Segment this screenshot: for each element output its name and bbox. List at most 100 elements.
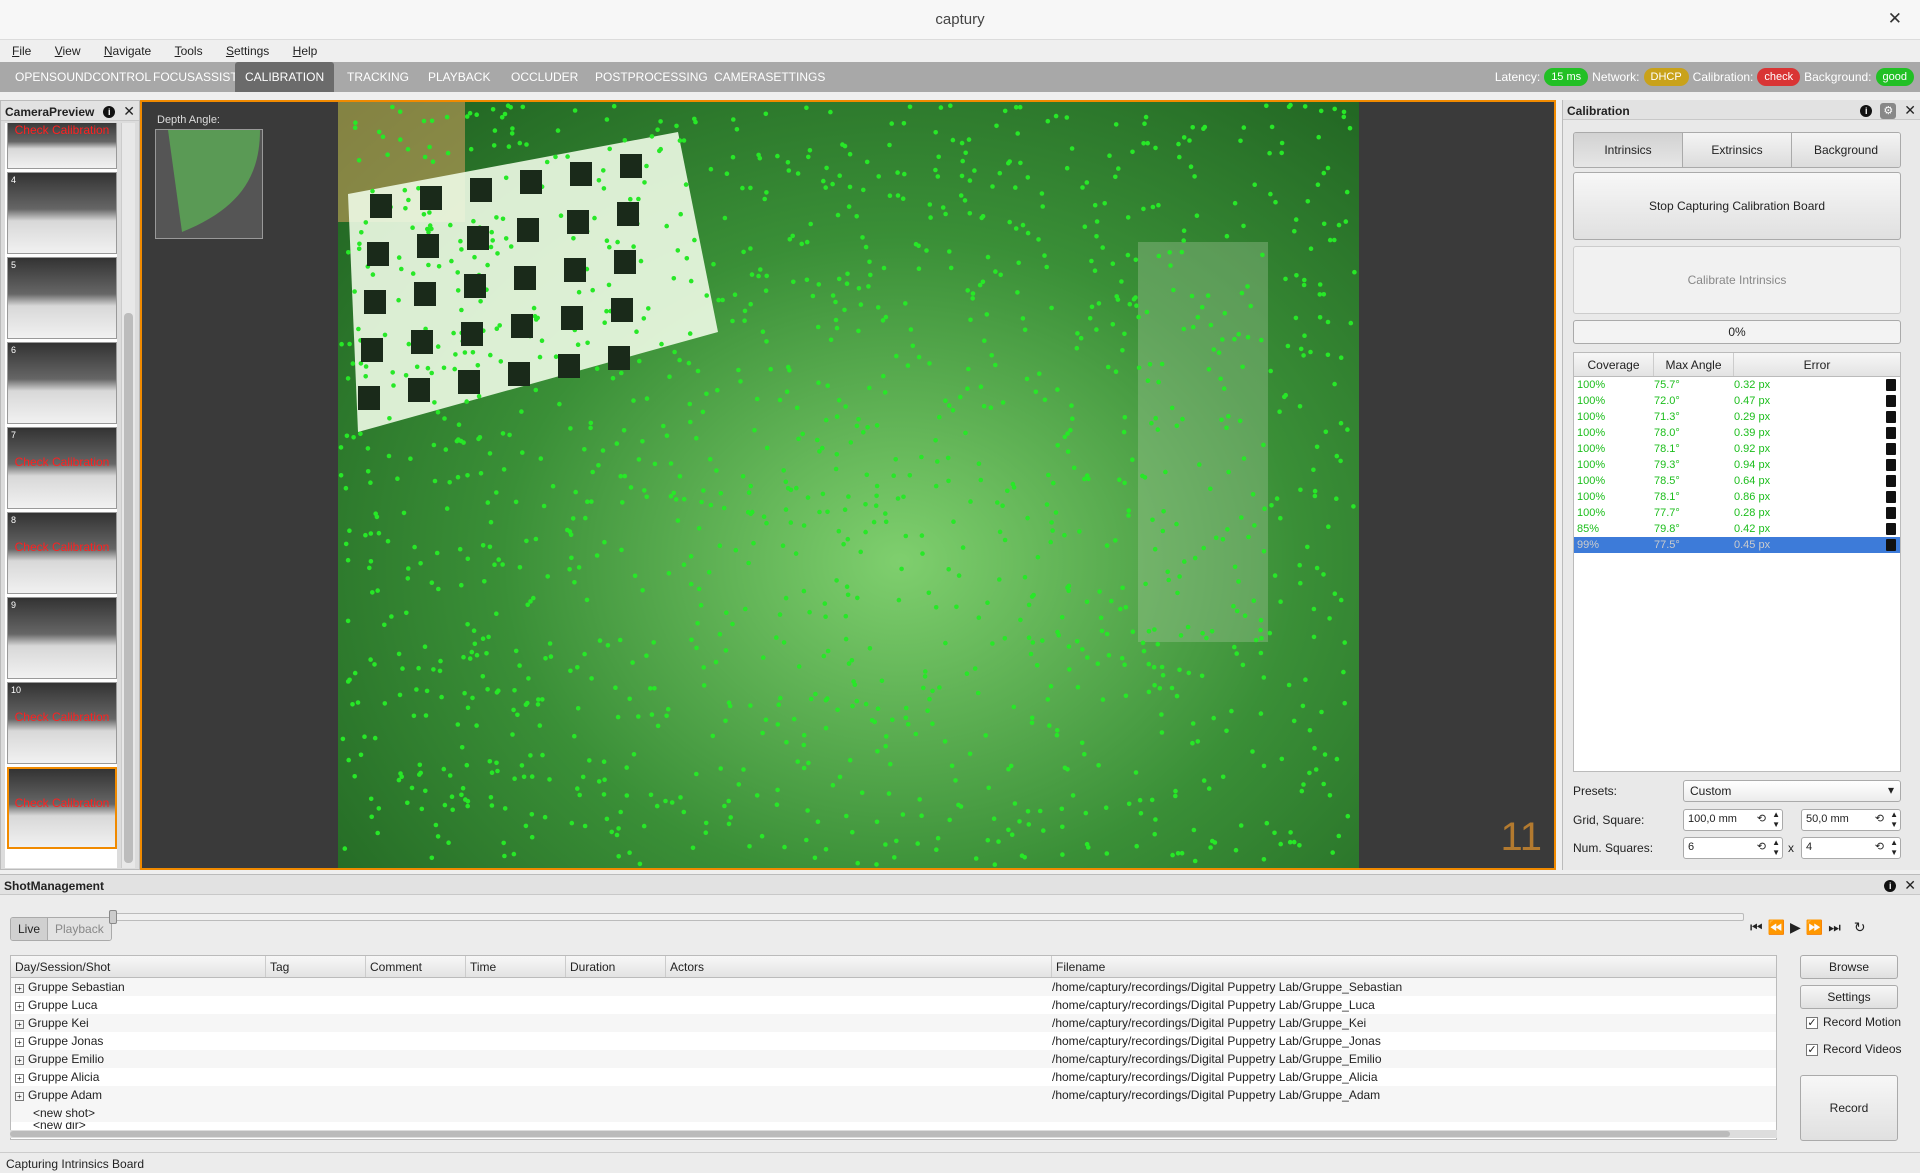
grid-width-input[interactable]: 100,0 mm ⟲ ▲ ▼ — [1683, 809, 1783, 831]
close-icon[interactable]: ✕ — [123, 103, 135, 120]
tab-playback[interactable]: PLAYBACK — [418, 62, 500, 92]
num-squares-y-input[interactable]: 4 ⟲ ▲ ▼ — [1801, 837, 1901, 859]
calibrate-intrinsics-button[interactable]: Calibrate Intrinsics — [1573, 246, 1901, 314]
reset-icon[interactable]: ⟲ — [1875, 812, 1884, 825]
session-row[interactable]: + Gruppe Sebastian/home/captury/recording… — [11, 978, 1776, 996]
record-videos-checkbox[interactable]: ✓ Record Videos — [1806, 1042, 1902, 1056]
tab-calibration[interactable]: CALIBRATION — [235, 62, 335, 92]
live-button[interactable]: Live — [11, 918, 49, 940]
calibration-row[interactable]: 100% 72.0° 0.47 px — [1574, 393, 1900, 409]
grid-square-input[interactable]: 50,0 mm ⟲ ▲ ▼ — [1801, 809, 1901, 831]
new-dir-row[interactable]: <new dir> — [11, 1122, 1776, 1130]
menu-tools[interactable]: Tools — [163, 40, 211, 58]
camera-thumbnail[interactable]: 7 Check Calibration — [7, 427, 117, 509]
camera-thumbnail[interactable]: 10 Check Calibration — [7, 682, 117, 764]
camera-thumbnail[interactable]: 5 — [7, 257, 117, 339]
camera-thumbnail[interactable]: 9 — [7, 597, 117, 679]
column-max-angle[interactable]: Max Angle — [1654, 353, 1734, 376]
camera-thumbnail[interactable]: 8 Check Calibration — [7, 512, 117, 594]
menu-settings[interactable]: Settings — [214, 40, 277, 58]
calibration-row[interactable]: 100% 78.1° 0.86 px — [1574, 489, 1900, 505]
reset-icon[interactable]: ⟲ — [1875, 840, 1884, 853]
tab-occluder[interactable]: OCCLUDER — [501, 62, 588, 92]
expand-icon[interactable]: + — [15, 1038, 24, 1047]
trash-icon[interactable] — [1886, 427, 1896, 439]
column-day-session-shot[interactable]: Day/Session/Shot — [11, 956, 266, 977]
column-actors[interactable]: Actors — [666, 956, 1052, 977]
stepper-arrows-icon[interactable]: ▲ ▼ — [1772, 838, 1780, 858]
timeline-slider[interactable] — [109, 910, 1744, 924]
shot-table-hscrollbar[interactable] — [10, 1130, 1777, 1138]
menu-view[interactable]: View — [43, 40, 89, 58]
calibration-row[interactable]: 100% 79.3° 0.94 px — [1574, 457, 1900, 473]
calibration-row[interactable]: 99% 77.5° 0.45 px — [1574, 537, 1900, 553]
new-shot-row[interactable]: <new shot> — [11, 1104, 1776, 1122]
reset-icon[interactable]: ⟲ — [1757, 812, 1766, 825]
stepper-arrows-icon[interactable]: ▲ ▼ — [1772, 810, 1780, 830]
tab-focusassist[interactable]: FOCUSASSIST — [143, 62, 248, 92]
column-time[interactable]: Time — [466, 956, 566, 977]
expand-icon[interactable]: + — [15, 984, 24, 993]
session-row[interactable]: + Gruppe Kei/home/captury/recordings/Digi… — [11, 1014, 1776, 1032]
column-filename[interactable]: Filename — [1052, 956, 1772, 977]
expand-icon[interactable]: + — [15, 1002, 24, 1011]
calibration-row[interactable]: 100% 78.5° 0.64 px — [1574, 473, 1900, 489]
reset-icon[interactable]: ⟲ — [1757, 840, 1766, 853]
session-row[interactable]: + Gruppe Luca/home/captury/recordings/Dig… — [11, 996, 1776, 1014]
column-duration[interactable]: Duration — [566, 956, 666, 977]
intrinsics-button[interactable]: Intrinsics — [1574, 133, 1683, 167]
calibration-row[interactable]: 100% 77.7° 0.28 px — [1574, 505, 1900, 521]
trash-icon[interactable] — [1886, 395, 1896, 407]
expand-icon[interactable]: + — [15, 1056, 24, 1065]
calibration-row[interactable]: 100% 71.3° 0.29 px — [1574, 409, 1900, 425]
num-squares-x-input[interactable]: 6 ⟲ ▲ ▼ — [1683, 837, 1783, 859]
info-icon[interactable]: i — [1860, 104, 1873, 117]
camera-thumbnail[interactable]: 6 — [7, 342, 117, 424]
column-coverage[interactable]: Coverage — [1574, 353, 1654, 376]
trash-icon[interactable] — [1886, 491, 1896, 503]
step-forward-icon[interactable]: ⏩ — [1806, 919, 1823, 936]
tab-postprocessing[interactable]: POSTPROCESSING — [585, 62, 718, 92]
close-icon[interactable]: ✕ — [1904, 102, 1916, 119]
trash-icon[interactable] — [1886, 539, 1896, 551]
tab-camerasettings[interactable]: CAMERASETTINGS — [704, 62, 835, 92]
trash-icon[interactable] — [1886, 523, 1896, 535]
column-comment[interactable]: Comment — [366, 956, 466, 977]
record-motion-checkbox[interactable]: ✓ Record Motion — [1806, 1015, 1901, 1029]
playback-button[interactable]: Playback — [48, 918, 111, 940]
session-row[interactable]: + Gruppe Emilio/home/captury/recordings/D… — [11, 1050, 1776, 1068]
trash-icon[interactable] — [1886, 459, 1896, 471]
stepper-arrows-icon[interactable]: ▲ ▼ — [1890, 838, 1898, 858]
menu-help[interactable]: Help — [281, 40, 326, 58]
stop-capturing-button[interactable]: Stop Capturing Calibration Board — [1573, 172, 1901, 240]
skip-to-end-icon[interactable]: ⏭ — [1828, 919, 1841, 936]
trash-icon[interactable] — [1886, 475, 1896, 487]
menu-file[interactable]: File — [0, 40, 39, 58]
camera-list-scrollbar[interactable] — [121, 123, 135, 868]
background-button[interactable]: Background — [1792, 133, 1900, 167]
calibration-row[interactable]: 100% 75.7° 0.32 px — [1574, 377, 1900, 393]
calibration-row[interactable]: 85% 79.8° 0.42 px — [1574, 521, 1900, 537]
loop-icon[interactable]: ↻ — [1854, 919, 1866, 936]
camera-thumbnail[interactable]: Check Calibration — [7, 123, 117, 169]
camera-viewport[interactable]: Depth Angle: 11 — [140, 100, 1556, 870]
calibration-row[interactable]: 100% 78.1° 0.92 px — [1574, 441, 1900, 457]
browse-button[interactable]: Browse — [1800, 955, 1898, 979]
extrinsics-button[interactable]: Extrinsics — [1683, 133, 1792, 167]
camera-thumbnail-selected[interactable]: Check Calibration — [7, 767, 117, 849]
trash-icon[interactable] — [1886, 411, 1896, 423]
camera-image[interactable] — [338, 102, 1359, 868]
session-row[interactable]: + Gruppe Alicia/home/captury/recordings/D… — [11, 1068, 1776, 1086]
info-icon[interactable]: i — [1884, 879, 1897, 892]
expand-icon[interactable]: + — [15, 1092, 24, 1101]
timeline-handle[interactable] — [109, 910, 117, 924]
scrollbar-handle[interactable] — [124, 313, 133, 863]
calibration-row[interactable]: 100% 78.0° 0.39 px — [1574, 425, 1900, 441]
column-tag[interactable]: Tag — [266, 956, 366, 977]
presets-select[interactable]: Custom ▾ — [1683, 780, 1901, 802]
trash-icon[interactable] — [1886, 443, 1896, 455]
trash-icon[interactable] — [1886, 507, 1896, 519]
session-row[interactable]: + Gruppe Adam/home/captury/recordings/Dig… — [11, 1086, 1776, 1104]
settings-button[interactable]: Settings — [1800, 985, 1898, 1009]
session-row[interactable]: + Gruppe Jonas/home/captury/recordings/Di… — [11, 1032, 1776, 1050]
